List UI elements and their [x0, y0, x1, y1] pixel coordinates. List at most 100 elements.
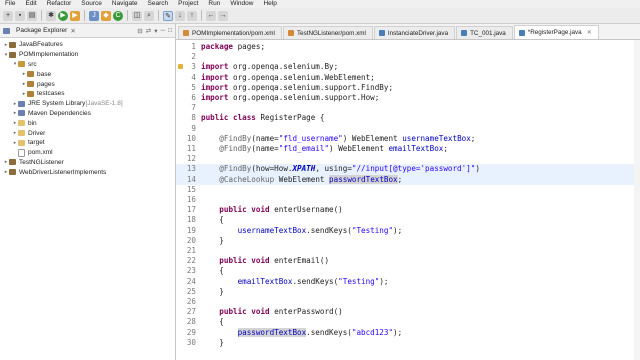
tree-item[interactable]: ▾ POMImplementation — [0, 50, 175, 60]
menu-navigate[interactable]: Navigate — [107, 0, 143, 8]
back-icon[interactable]: ← — [206, 10, 216, 21]
link-editor-icon[interactable]: ⇄ — [146, 27, 151, 35]
code-area[interactable]: 1 package pages; 2 3 import org.openqa.selen… — [176, 40, 640, 360]
tree-item[interactable]: ▸ base — [0, 69, 175, 79]
code-line[interactable]: 22 public void enterEmail() — [176, 256, 640, 266]
toolbar-separator — [84, 10, 85, 21]
tree-item[interactable]: ▸ Maven Dependencies — [0, 109, 175, 119]
tree-item[interactable]: ▸ pages — [0, 79, 175, 89]
code-line[interactable]: 18 { — [176, 215, 640, 225]
code-line[interactable]: 6 import org.openqa.selenium.support.How; — [176, 93, 640, 103]
java-file-icon — [378, 30, 385, 36]
new-package-icon[interactable]: ◆ — [101, 10, 111, 21]
open-type-icon[interactable]: ◫ — [132, 10, 142, 21]
file-icon — [18, 148, 25, 157]
line-number: 12 — [186, 154, 196, 164]
tree-item[interactable]: ▸ WebDriverListenerImplements — [0, 167, 175, 177]
close-icon[interactable]: ✕ — [70, 27, 75, 35]
menu-run[interactable]: Run — [203, 0, 225, 8]
package-explorer-tab[interactable]: Package Explorer ✕ ⊟ ⇄ ▾ ─ □ — [0, 24, 175, 38]
menu-window[interactable]: Window — [225, 0, 258, 8]
code-line[interactable]: 26 — [176, 297, 640, 307]
line-number: 13 — [186, 164, 196, 174]
save-icon[interactable]: ▪ — [15, 10, 25, 21]
maximize-icon[interactable]: □ — [168, 27, 172, 35]
tree-item-label: pom.xml — [28, 149, 53, 157]
pkg-icon — [27, 71, 34, 78]
forward-icon[interactable]: → — [218, 10, 228, 21]
new-icon[interactable]: + — [3, 10, 13, 21]
code-line[interactable]: 4 import org.openqa.selenium.WebElement; — [176, 73, 640, 83]
code-line[interactable]: 28 { — [176, 317, 640, 327]
menu-help[interactable]: Help — [258, 0, 281, 8]
editor-tab[interactable]: *RegisterPage.java ✕ — [513, 25, 599, 39]
code-line[interactable]: 3 import org.openqa.selenium.By; — [176, 62, 640, 72]
code-line[interactable]: 1 package pages; — [176, 42, 640, 52]
new-java-project-icon[interactable]: J — [89, 10, 99, 21]
menu-project[interactable]: Project — [173, 0, 203, 8]
tree-item[interactable]: ▸ target — [0, 138, 175, 148]
next-annotation-icon[interactable]: ↓ — [175, 10, 185, 21]
tree-item[interactable]: ▸ TestNGListener — [0, 158, 175, 168]
debug-icon[interactable]: ✱ — [46, 10, 56, 21]
prev-annotation-icon[interactable]: ↑ — [187, 10, 197, 21]
code-line[interactable]: 25 } — [176, 287, 640, 297]
editor-tab[interactable]: TC_001.java — [456, 26, 513, 39]
code-line[interactable]: 17 public void enterUsername() — [176, 205, 640, 215]
code-line[interactable]: 30 } — [176, 338, 640, 348]
code-line[interactable]: 5 import org.openqa.selenium.support.Find… — [176, 83, 640, 93]
code-line[interactable]: 29 passwordTextBox.sendKeys("abcd123"); — [176, 327, 640, 338]
code-line[interactable]: 24 emailTextBox.sendKeys("Testing"); — [176, 277, 640, 287]
code-line[interactable]: 21 — [176, 246, 640, 256]
tree-item[interactable]: ▸ testcases — [0, 89, 175, 99]
code-line[interactable]: 20 } — [176, 236, 640, 246]
code-line[interactable]: 9 — [176, 124, 640, 134]
collapse-all-icon[interactable]: ⊟ — [137, 27, 142, 35]
tree-item[interactable]: ▾ src — [0, 60, 175, 70]
code-line[interactable]: 27 public void enterPassword() — [176, 307, 640, 317]
tree-item[interactable]: ▸ bin — [0, 118, 175, 128]
code-line[interactable]: 11 @FindBy(name="fld_email") WebElement … — [176, 144, 640, 154]
search-icon[interactable]: ⌕ — [144, 10, 154, 21]
view-menu-icon[interactable]: ▾ — [154, 27, 157, 35]
menu-file[interactable]: File — [0, 0, 20, 8]
code-line[interactable]: 23 { — [176, 266, 640, 276]
external-tools-icon[interactable]: ▶ — [70, 10, 80, 21]
xml-file-icon — [287, 30, 294, 36]
menu-edit[interactable]: Edit — [20, 0, 41, 8]
editor-tab-label: POMImplementation/pom.xml — [192, 29, 275, 37]
line-number: 16 — [186, 195, 196, 204]
vertical-scrollbar[interactable] — [634, 40, 640, 360]
code-line[interactable]: 12 — [176, 154, 640, 164]
code-line[interactable]: 8 public class RegisterPage { — [176, 113, 640, 123]
minimize-icon[interactable]: ─ — [160, 27, 165, 35]
warning-marker-icon[interactable] — [178, 64, 183, 70]
code-line[interactable]: 2 — [176, 52, 640, 62]
editor-tab[interactable]: InstanciateDriver.java — [373, 26, 456, 39]
run-icon[interactable]: ▶ — [58, 10, 68, 21]
code-line[interactable]: 7 — [176, 103, 640, 113]
menu-refactor[interactable]: Refactor — [42, 0, 77, 8]
toggle-mark-icon[interactable]: ✎ — [163, 10, 173, 21]
tree-item[interactable]: ▸ JavaBFeatures — [0, 40, 175, 50]
tree-item[interactable]: ▸ Driver — [0, 128, 175, 138]
line-number: 30 — [186, 337, 196, 347]
tree-item[interactable]: pom.xml — [0, 148, 175, 158]
menu-source[interactable]: Source — [76, 0, 107, 8]
editor-tab[interactable]: TestNGListener/pom.xml — [282, 26, 373, 39]
print-icon[interactable]: ▤ — [27, 10, 37, 21]
code-line[interactable]: 14 @CacheLookup WebElement passwordTextB… — [176, 174, 640, 185]
menu-search[interactable]: Search — [143, 0, 174, 8]
new-class-icon[interactable]: C — [113, 10, 123, 21]
tree-item[interactable]: ▸ JRE System Library [JavaSE-1.8] — [0, 99, 175, 109]
code-line[interactable]: 16 — [176, 195, 640, 205]
close-tab-icon[interactable]: ✕ — [587, 29, 592, 36]
tree-item-label: target — [28, 139, 45, 147]
code-line[interactable]: 15 — [176, 185, 640, 195]
toolbar-separator — [41, 10, 42, 21]
code-line[interactable]: 19 usernameTextBox.sendKeys("Testing"); — [176, 226, 640, 236]
line-number: 20 — [186, 235, 196, 245]
code-line[interactable]: 13 @FindBy(how=How.XPATH, using="//input… — [176, 164, 640, 175]
code-line[interactable]: 10 @FindBy(name="fld_username") WebEleme… — [176, 134, 640, 144]
editor-tab[interactable]: POMImplementation/pom.xml — [178, 26, 282, 39]
